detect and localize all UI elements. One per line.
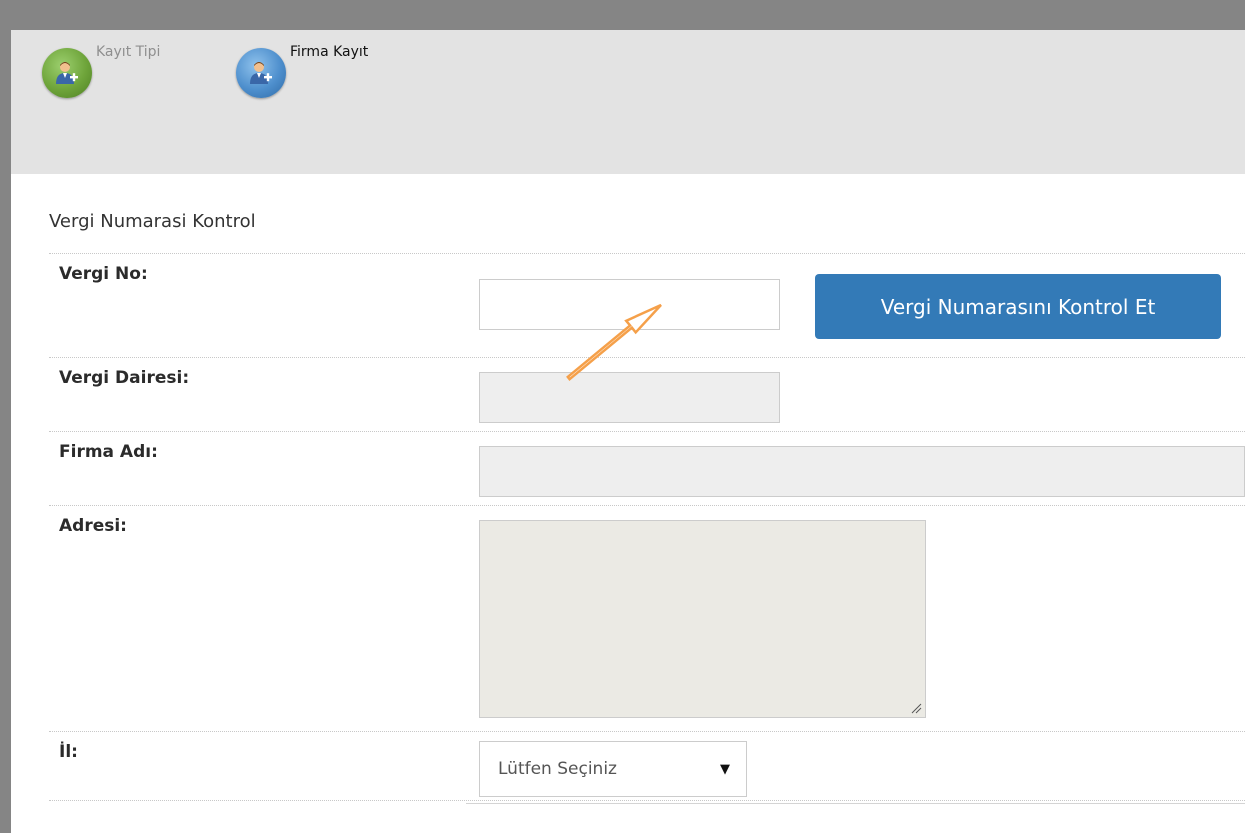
il-select[interactable]: Lütfen Seçiniz ▼ [479, 741, 747, 797]
step-kayit-tipi[interactable]: Kayıt Tipi [42, 44, 160, 98]
resize-grip-icon[interactable] [910, 702, 922, 714]
il-label: İl: [59, 742, 78, 762]
add-user-icon [236, 48, 286, 98]
form-divider [49, 800, 1245, 801]
wizard-steps-bar [11, 30, 1245, 174]
check-tax-number-button[interactable]: Vergi Numarasını Kontrol Et [815, 274, 1221, 339]
step-label: Firma Kayıt [290, 44, 369, 60]
add-user-icon [42, 48, 92, 98]
arrow-up-right-icon [566, 303, 662, 381]
window-top-bar [0, 0, 1245, 30]
il-select-value: Lütfen Seçiniz [498, 759, 617, 779]
form-divider [466, 803, 1245, 804]
vergi-dairesi-label: Vergi Dairesi: [59, 368, 190, 388]
caret-down-icon: ▼ [720, 761, 730, 777]
firma-adi-input[interactable] [479, 446, 1245, 497]
vergi-no-label: Vergi No: [59, 264, 148, 284]
step-label: Kayıt Tipi [96, 44, 161, 60]
step-firma-kayit[interactable]: Firma Kayıt [236, 44, 368, 98]
window-left-border [0, 0, 11, 833]
adresi-textarea[interactable] [479, 520, 926, 718]
firma-adi-label: Firma Adı: [59, 442, 158, 462]
adresi-label: Adresi: [59, 516, 127, 536]
section-title: Vergi Numarasi Kontrol [49, 211, 256, 232]
